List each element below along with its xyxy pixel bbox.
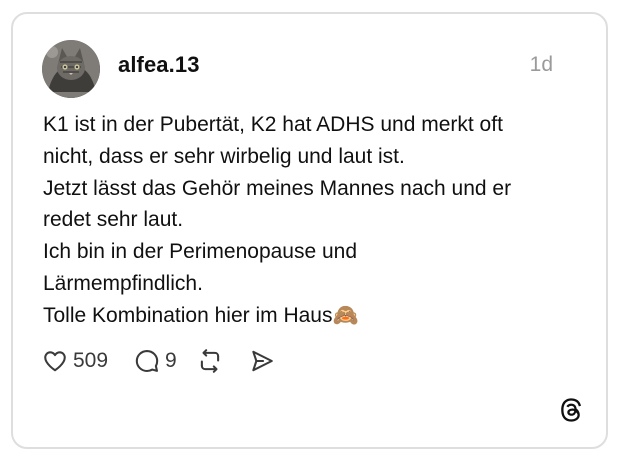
- like-button[interactable]: 509: [42, 348, 108, 374]
- action-bar: 509 9: [42, 346, 275, 376]
- like-count: 509: [73, 349, 109, 372]
- cat-avatar-image: [42, 40, 100, 98]
- post-card: alfea.13 1d K1 ist in der Pubertät, K2 h…: [11, 12, 608, 449]
- post-text-line: Jetzt lässt das Gehör meines Mannes nach…: [43, 176, 512, 200]
- avatar[interactable]: [42, 40, 100, 98]
- repost-button[interactable]: [197, 348, 223, 374]
- post-body: K1 ist in der Pubertät, K2 hat ADHS und …: [43, 109, 583, 332]
- comment-icon: [135, 350, 159, 372]
- repost-icon: [200, 349, 219, 373]
- share-icon: [252, 350, 273, 372]
- reply-count: 9: [165, 349, 177, 372]
- share-button[interactable]: [249, 348, 275, 374]
- threads-logo-icon: [561, 398, 581, 422]
- reply-button[interactable]: 9: [134, 348, 177, 374]
- post-text-line: Ich bin in der Perimenopause und: [43, 240, 358, 264]
- post-timestamp: 1d: [529, 53, 553, 76]
- post-text-line: redet sehr laut.: [43, 208, 184, 232]
- post-text-line: K1 ist in der Pubertät, K2 hat ADHS und …: [43, 113, 503, 136]
- post-text-line: Tolle Kombination hier im Haus🙈: [43, 303, 359, 327]
- heart-icon: [44, 351, 66, 372]
- username[interactable]: alfea.13: [118, 52, 200, 78]
- post-text-line: nicht, dass er sehr wirbelig und laut is…: [43, 144, 405, 168]
- post-text-line: Lärmempfindlich.: [43, 271, 203, 295]
